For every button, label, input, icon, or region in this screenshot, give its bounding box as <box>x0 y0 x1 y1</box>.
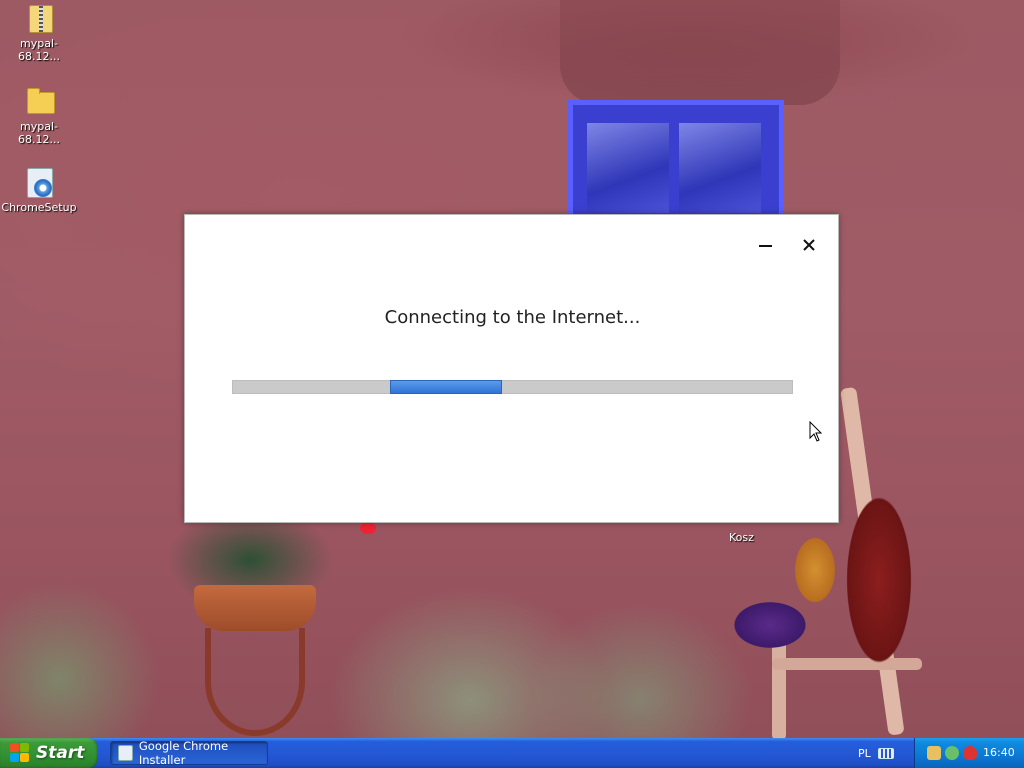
taskbar-button-label: Google Chrome Installer <box>138 739 229 767</box>
windows-logo-icon <box>10 743 30 763</box>
flower-pot <box>194 585 316 631</box>
installer-icon <box>118 745 133 761</box>
minimize-button[interactable] <box>753 233 777 257</box>
blue-window <box>568 100 784 220</box>
start-button[interactable]: Start <box>0 738 98 768</box>
progress-indicator <box>390 380 502 394</box>
zip-folder-icon <box>23 2 55 34</box>
desktop-icon-label: ChromeSetup <box>1 201 77 214</box>
installer-icon <box>23 166 55 198</box>
status-message: Connecting to the Internet... <box>384 307 641 328</box>
folder-icon <box>23 85 55 117</box>
language-indicator[interactable]: PL <box>858 747 871 760</box>
desktop-icon-mypal-zip[interactable]: mypal-68.12... <box>0 2 78 63</box>
desktop-icon-label: mypal-68.12... <box>18 37 60 63</box>
wall-alcove <box>560 0 840 105</box>
recycle-bin-label[interactable]: Kosz <box>729 531 754 544</box>
close-icon <box>803 239 815 251</box>
system-tray: 16:40 <box>914 738 1024 768</box>
tray-app-icon[interactable] <box>927 746 941 760</box>
chili-ristra <box>834 465 924 695</box>
progress-bar <box>232 380 793 394</box>
desktop-icon-label: mypal-68.12... <box>18 120 60 146</box>
close-button[interactable] <box>797 233 821 257</box>
security-shield-icon[interactable] <box>963 746 977 760</box>
start-label: Start <box>36 743 85 763</box>
desktop-icon-chromesetup[interactable]: ChromeSetup <box>0 166 78 214</box>
keyboard-icon[interactable] <box>878 748 894 759</box>
taskbar: Start Google Chrome Installer PL 16:40 <box>0 738 1024 768</box>
clock[interactable]: 16:40 <box>983 746 1015 759</box>
chrome-installer-dialog: Connecting to the Internet... <box>184 214 839 523</box>
network-icon[interactable] <box>945 746 959 760</box>
taskbar-button-chrome-installer[interactable]: Google Chrome Installer <box>110 739 268 767</box>
minimize-icon <box>758 245 772 247</box>
desktop-icon-mypal-folder[interactable]: mypal-68.12... <box>0 85 78 146</box>
mouse-cursor-icon <box>809 421 823 442</box>
